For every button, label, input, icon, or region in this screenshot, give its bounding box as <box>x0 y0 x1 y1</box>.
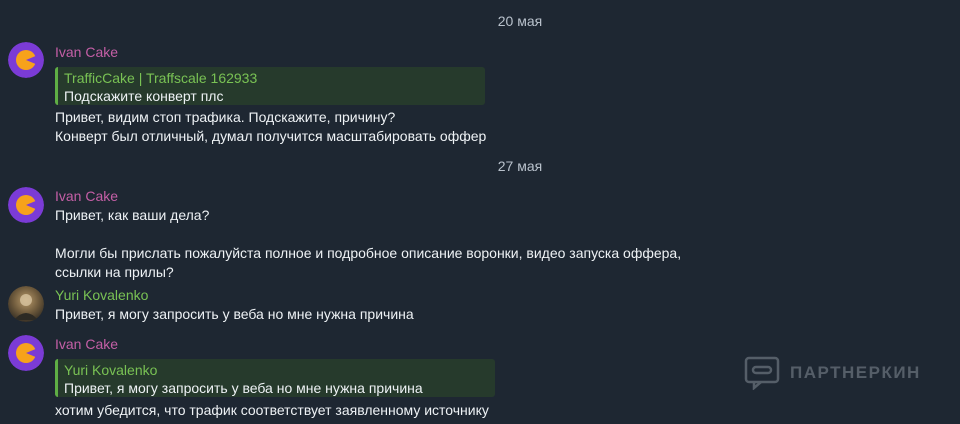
message-text: Привет, как ваши дела? Могли бы прислать… <box>55 206 681 282</box>
partnerkin-logo-icon <box>744 356 780 390</box>
avatar-ivan-cake[interactable] <box>8 42 44 78</box>
watermark-text: ПАРТНЕРКИН <box>790 363 921 382</box>
avatar-yuri-kovalenko[interactable] <box>8 286 44 322</box>
avatar-ivan-cake[interactable] <box>8 187 44 223</box>
message-line-blank <box>55 225 681 244</box>
reply-quote[interactable]: Yuri Kovalenko Привет, я могу запросить … <box>55 359 495 397</box>
message-line: ссылки на прилы? <box>55 264 174 280</box>
date-separator: 27 мая <box>497 158 543 174</box>
message-line: Привет, как ваши дела? <box>55 207 210 223</box>
reply-author: TrafficCake | Traffscale 162933 <box>64 70 258 86</box>
message-line: Конверт был отличный, думал получится ма… <box>55 128 487 144</box>
sender-name[interactable]: Ivan Cake <box>55 188 118 204</box>
sender-name[interactable]: Ivan Cake <box>55 336 118 352</box>
sender-name[interactable]: Ivan Cake <box>55 44 118 60</box>
avatar-ivan-cake[interactable] <box>8 335 44 371</box>
message-line: Привет, видим стоп трафика. Подскажите, … <box>55 109 396 125</box>
message-line: хотим убедится, что трафик соответствует… <box>55 402 489 418</box>
reply-quote[interactable]: TrafficCake | Traffscale 162933 Подскажи… <box>55 67 485 105</box>
yuri-kovalenko-photo-icon <box>8 286 44 322</box>
ivan-cake-avatar-icon <box>8 42 44 78</box>
reply-author: Yuri Kovalenko <box>64 362 158 378</box>
reply-text: Подскажите конверт плс <box>64 88 224 104</box>
message-text: Привет, я могу запросить у веба но мне н… <box>55 305 414 324</box>
sender-name[interactable]: Yuri Kovalenko <box>55 287 148 303</box>
message-line: Привет, я могу запросить у веба но мне н… <box>55 306 414 322</box>
message-text: Привет, видим стоп трафика. Подскажите, … <box>55 108 486 146</box>
reply-text: Привет, я могу запросить у веба но мне н… <box>64 380 423 396</box>
partnerkin-watermark: ПАРТНЕРКИН <box>744 356 921 390</box>
ivan-cake-avatar-icon <box>8 335 44 371</box>
message-line: Могли бы прислать пожалуйста полное и по… <box>55 245 682 261</box>
date-separator: 20 мая <box>497 13 543 29</box>
message-text: хотим убедится, что трафик соответствует… <box>55 401 489 420</box>
ivan-cake-avatar-icon <box>8 187 44 223</box>
